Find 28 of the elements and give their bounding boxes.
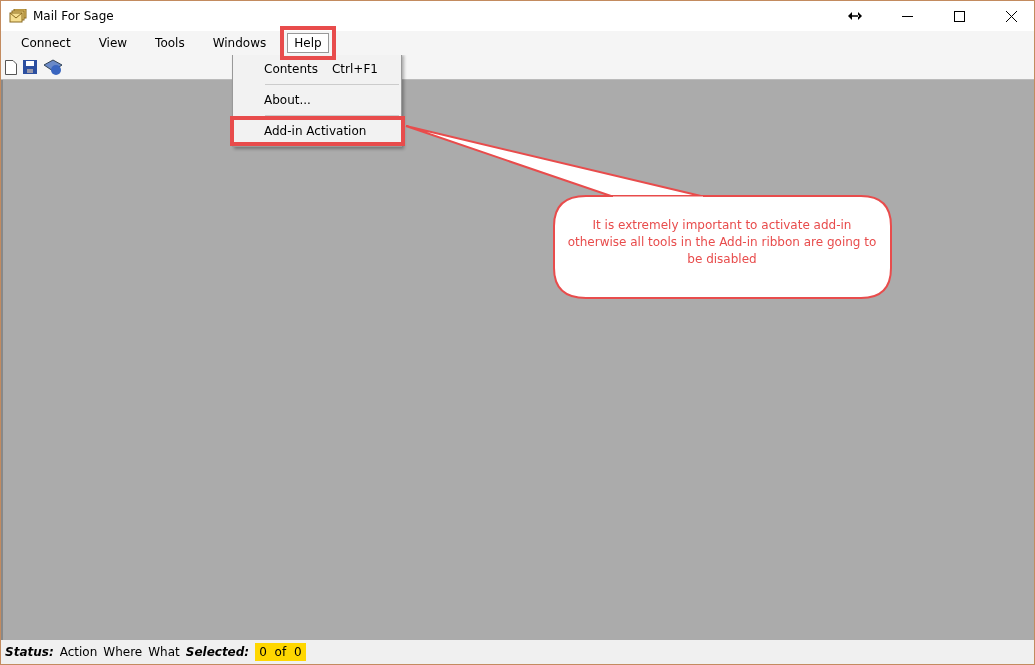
new-document-icon[interactable] bbox=[5, 59, 17, 75]
status-text: Action bbox=[59, 645, 98, 659]
status-label: Selected: bbox=[185, 645, 250, 659]
maximize-icon bbox=[953, 10, 965, 22]
item-label: About... bbox=[264, 93, 311, 107]
menu-item[interactable]: Connect bbox=[14, 33, 78, 53]
dropdown-item[interactable]: Contents Ctrl+F1 bbox=[234, 59, 401, 79]
menu-item[interactable]: Help bbox=[287, 33, 329, 53]
minimize-icon bbox=[901, 15, 913, 17]
status-text: Where bbox=[103, 645, 143, 659]
double-arrow-icon bbox=[848, 12, 862, 20]
status-text: What bbox=[148, 645, 180, 659]
menu-item[interactable]: Tools bbox=[148, 33, 192, 53]
dropdown-item[interactable]: About... bbox=[234, 90, 401, 110]
callout-text: It is extremely important to activate add-in otherwise all tools in the Add-in ribbon are going to be disabled bbox=[567, 217, 877, 268]
shortcut-text: Ctrl+F1 bbox=[332, 62, 378, 76]
close-icon bbox=[1005, 10, 1017, 22]
save-icon[interactable] bbox=[23, 60, 37, 74]
menu-item[interactable]: View bbox=[91, 33, 135, 53]
dropdown-item[interactable]: Add-in Activation bbox=[234, 121, 401, 141]
menu-item[interactable]: Windows bbox=[205, 33, 274, 53]
status-label: Status: bbox=[5, 645, 54, 659]
item-label: Add-in Activation bbox=[264, 124, 367, 138]
window-title: Mail For Sage bbox=[33, 9, 115, 23]
selected-count: 0 of 0 bbox=[255, 643, 306, 661]
help-book-icon[interactable] bbox=[43, 58, 63, 76]
envelopes-icon bbox=[9, 9, 27, 23]
item-label: Contents bbox=[264, 62, 318, 76]
